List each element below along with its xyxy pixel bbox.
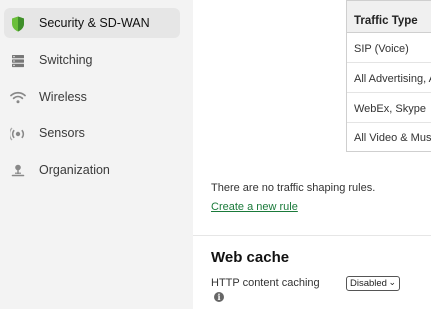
sidebar: Security & SD-WAN Switching Wireless Sen…	[0, 0, 193, 309]
shield-icon	[9, 15, 26, 32]
sidebar-item-label: Sensors	[39, 126, 85, 140]
switch-icon	[9, 52, 26, 69]
sidebar-item-wireless[interactable]: Wireless	[4, 82, 180, 112]
create-rule-link[interactable]: Create a new rule	[211, 201, 298, 213]
traffic-type-table: Traffic Type SIP (Voice) All Advertising…	[346, 0, 431, 152]
sidebar-item-label: Organization	[39, 163, 110, 177]
sidebar-item-label: Wireless	[39, 90, 87, 104]
sidebar-item-label: Security & SD-WAN	[39, 16, 150, 30]
table-row[interactable]: SIP (Voice)	[347, 33, 431, 63]
table-row[interactable]: All Video & Music	[347, 122, 431, 151]
no-rules-message: There are no traffic shaping rules.	[211, 182, 376, 194]
sidebar-item-label: Switching	[39, 53, 93, 67]
http-caching-select[interactable]: Disabled ⌄	[346, 276, 400, 291]
sidebar-item-organization[interactable]: Organization	[4, 155, 180, 185]
sidebar-item-sensors[interactable]: Sensors	[4, 118, 180, 148]
sensor-icon	[9, 125, 26, 142]
table-row[interactable]: WebEx, Skype	[347, 93, 431, 123]
http-caching-label: HTTP content caching	[211, 277, 320, 289]
wifi-icon	[9, 89, 26, 106]
sidebar-item-switching[interactable]: Switching	[4, 45, 180, 75]
table-header-traffic-type: Traffic Type	[347, 0, 431, 33]
info-icon[interactable]: i	[214, 292, 224, 302]
section-divider	[193, 235, 431, 236]
organization-icon	[9, 162, 26, 179]
sidebar-item-security-sd-wan[interactable]: Security & SD-WAN	[4, 8, 180, 38]
web-cache-title: Web cache	[211, 249, 290, 266]
select-value: Disabled	[350, 278, 387, 289]
chevron-down-icon: ⌄	[388, 277, 396, 287]
main-content: Traffic Type SIP (Voice) All Advertising…	[193, 0, 431, 309]
table-row[interactable]: All Advertising, A	[347, 63, 431, 93]
